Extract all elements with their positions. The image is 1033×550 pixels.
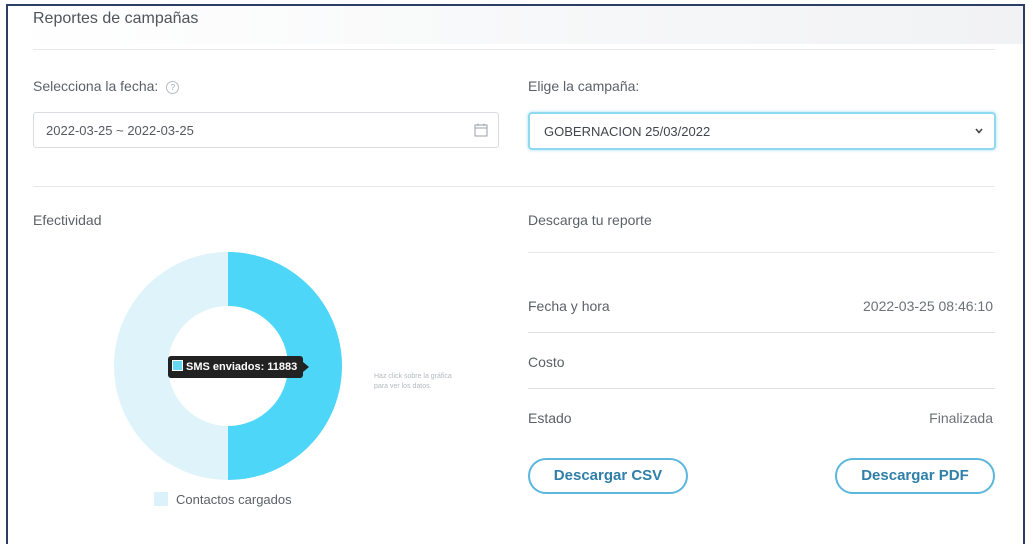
download-pdf-button[interactable]: Descargar PDF bbox=[835, 458, 995, 494]
divider bbox=[33, 49, 995, 50]
divider bbox=[33, 186, 995, 187]
date-range-input[interactable]: 2022-03-25 ~ 2022-03-25 bbox=[33, 112, 499, 148]
divider bbox=[528, 388, 995, 389]
report-title: Descarga tu reporte bbox=[528, 212, 652, 228]
calendar-icon[interactable] bbox=[474, 123, 488, 137]
divider bbox=[528, 252, 995, 253]
help-icon[interactable]: ? bbox=[166, 80, 180, 94]
report-panel: Reportes de campañas Selecciona la fecha… bbox=[6, 4, 1025, 544]
row-cost-label: Costo bbox=[528, 354, 565, 370]
tooltip-swatch bbox=[172, 360, 183, 371]
legend-swatch bbox=[154, 492, 168, 506]
chart-hint: Haz click sobre la gráfica para ver los … bbox=[374, 373, 452, 390]
date-label-text: Selecciona la fecha: bbox=[33, 78, 159, 94]
chart-legend[interactable]: Contactos cargados bbox=[154, 492, 292, 507]
row-datetime-label: Fecha y hora bbox=[528, 298, 610, 314]
date-range-value: 2022-03-25 ~ 2022-03-25 bbox=[46, 123, 194, 138]
date-label: Selecciona la fecha:? bbox=[33, 78, 180, 94]
page-title: Reportes de campañas bbox=[33, 10, 199, 27]
campaign-label: Elige la campaña: bbox=[528, 78, 640, 94]
campaign-selected-value: GOBERNACION 25/03/2022 bbox=[544, 124, 711, 139]
row-status-label: Estado bbox=[528, 410, 572, 426]
divider bbox=[528, 332, 995, 333]
row-datetime-value: 2022-03-25 08:46:10 bbox=[863, 298, 993, 314]
effectiveness-title: Efectividad bbox=[33, 212, 102, 228]
chevron-down-icon bbox=[975, 128, 983, 134]
legend-label: Contactos cargados bbox=[176, 492, 292, 507]
download-csv-button[interactable]: Descargar CSV bbox=[528, 458, 688, 494]
chart-tooltip: SMS enviados: 11883 bbox=[168, 356, 310, 378]
tooltip-text: SMS enviados: 11883 bbox=[186, 361, 298, 373]
row-status-value: Finalizada bbox=[929, 410, 993, 426]
campaign-select[interactable]: GOBERNACION 25/03/2022 bbox=[528, 112, 996, 150]
tooltip-arrow bbox=[303, 362, 310, 372]
